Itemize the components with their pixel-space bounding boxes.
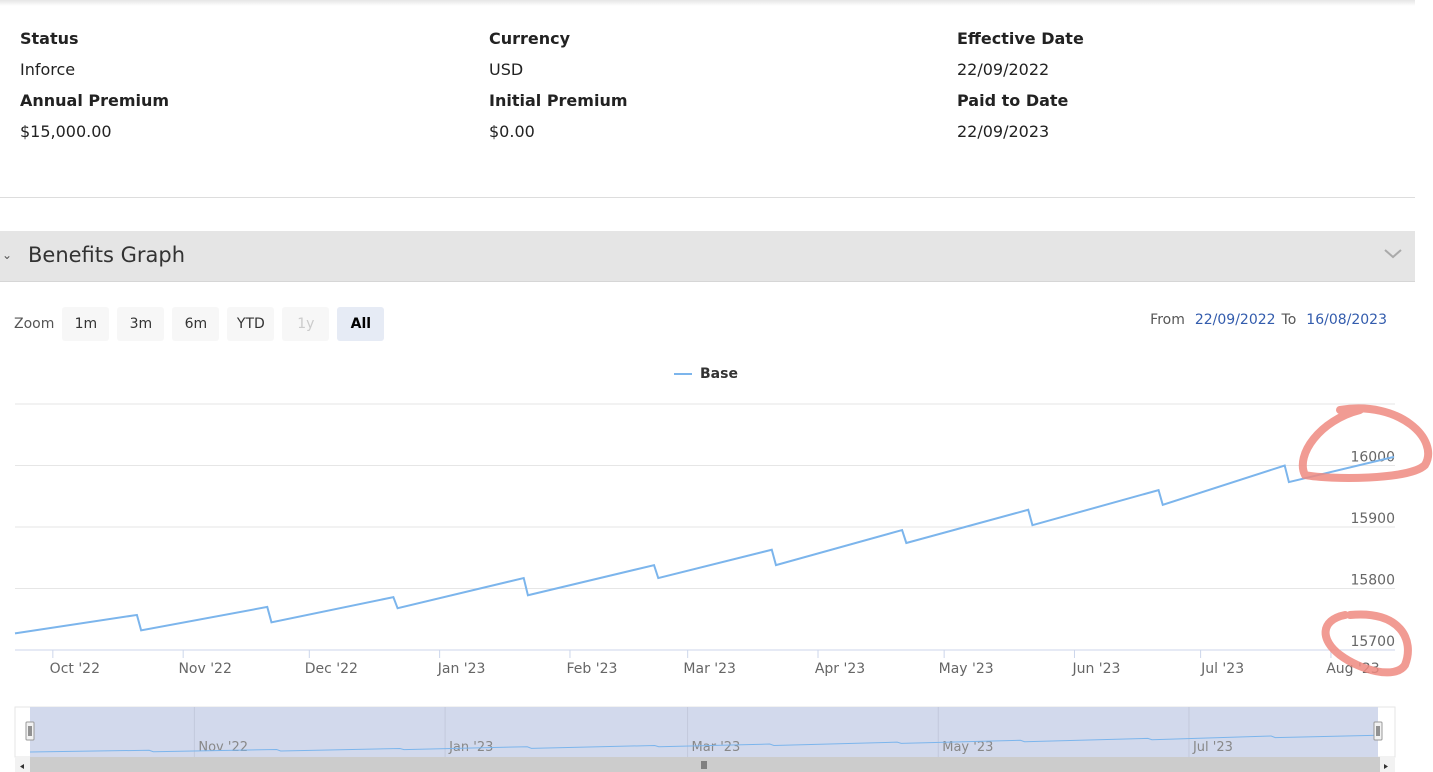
x-tick-label: Mar '23 bbox=[683, 661, 736, 677]
x-tick-label: Jan '23 bbox=[437, 661, 486, 677]
x-tick-label: Oct '22 bbox=[50, 661, 100, 677]
x-tick-label: Jun '23 bbox=[1071, 661, 1120, 677]
navigator-tick-label: Mar '23 bbox=[692, 740, 741, 755]
benefits-chart: 15700158001590016000Oct '22 Nov '22 Dec '2… bbox=[14, 403, 1396, 772]
y-tick-label: 15900 bbox=[1350, 511, 1395, 527]
navigator-tick-label: Jul '23 bbox=[1192, 740, 1233, 755]
navigator-tick-label: Nov '22 bbox=[198, 740, 248, 755]
x-tick-label: Jul '23 bbox=[1200, 661, 1244, 677]
x-tick-label: Dec '22 bbox=[305, 661, 358, 677]
x-tick-label: Nov '22 bbox=[178, 661, 231, 677]
x-tick-label: Feb '23 bbox=[567, 661, 618, 677]
x-tick-label: May '23 bbox=[939, 661, 994, 677]
x-tick-label: Aug '23 bbox=[1326, 661, 1379, 677]
series-line-base bbox=[14, 455, 1395, 635]
navigator-handle[interactable] bbox=[1373, 721, 1383, 741]
scrollbar-thumb[interactable] bbox=[30, 757, 1380, 772]
y-tick-label: 15800 bbox=[1350, 573, 1395, 589]
y-tick-label: 15700 bbox=[1350, 634, 1395, 650]
navigator-handle[interactable] bbox=[25, 721, 35, 741]
x-tick-label: Apr '23 bbox=[815, 661, 865, 677]
